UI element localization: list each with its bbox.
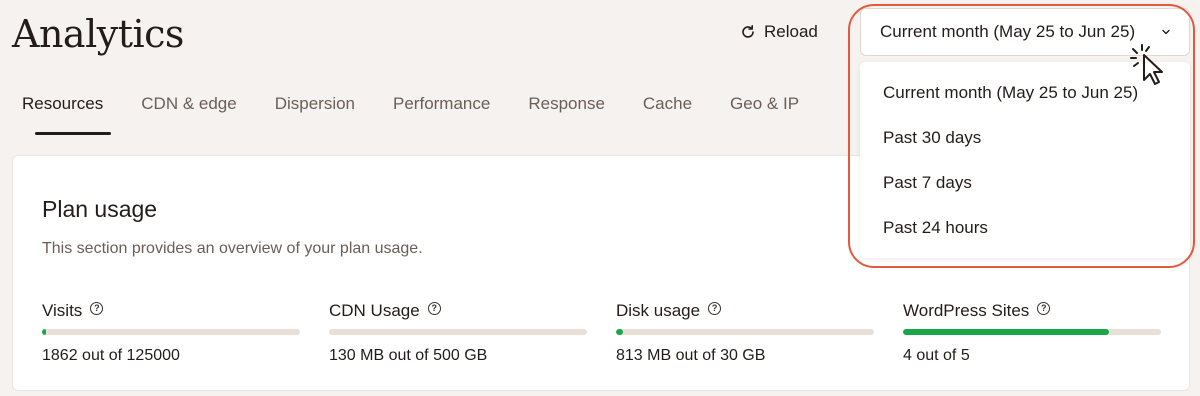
question-circle-icon[interactable]: ? [1037, 301, 1051, 315]
pointer-cursor-icon [1130, 44, 1163, 85]
chevron-down-icon [1162, 29, 1170, 35]
date-range-menu: Current month (May 25 to Jun 25) Past 30… [860, 62, 1190, 258]
date-range-option[interactable]: Past 7 days [883, 173, 972, 193]
date-range-option[interactable]: Past 30 days [883, 128, 981, 148]
reload-label: Reload [764, 22, 818, 41]
tab-performance[interactable]: Performance [393, 94, 490, 114]
analytics-page: Analytics Reload Resources CDN & edge Di… [0, 0, 1200, 396]
progress-bar [42, 329, 300, 335]
metric-value: 130 MB out of 500 GB [329, 347, 488, 364]
date-range-option[interactable]: Current month (May 25 to Jun 25) [883, 83, 1138, 103]
reload-button[interactable]: Reload [740, 22, 818, 42]
metric-value: 4 out of 5 [903, 347, 970, 364]
progress-fill [616, 329, 623, 335]
date-range-selected: Current month (May 25 to Jun 25) [880, 22, 1136, 41]
tab-cdn-edge[interactable]: CDN & edge [141, 94, 236, 114]
page-title: Analytics [12, 12, 184, 56]
plan-usage-description: This section provides an overview of you… [42, 240, 423, 257]
progress-bar [903, 329, 1161, 335]
tab-dispersion[interactable]: Dispersion [275, 94, 355, 114]
metric-label: CDN Usage [329, 301, 420, 320]
metric-label: Disk usage [616, 301, 701, 320]
metric-wordpress-sites: WordPress Sites ? 4 out of 5 [903, 301, 1163, 365]
tab-resources[interactable]: Resources [22, 94, 112, 135]
reload-icon [742, 25, 754, 38]
metric-disk-usage: Disk usage ? 813 MB out of 30 GB [616, 301, 876, 365]
question-circle-icon[interactable]: ? [90, 301, 104, 315]
question-circle-icon[interactable]: ? [708, 301, 722, 315]
progress-bar [616, 329, 874, 335]
metric-cdn-usage: CDN Usage ? 130 MB out of 500 GB [329, 301, 589, 365]
metric-label: WordPress Sites [903, 301, 1030, 320]
tab-bar: Resources CDN & edge Dispersion Performa… [22, 94, 799, 135]
tab-cache[interactable]: Cache [643, 94, 692, 114]
progress-bar [329, 329, 587, 335]
metric-label: Visits [42, 301, 83, 320]
metric-visits: Visits ? 1862 out of 125000 [42, 301, 302, 365]
progress-fill [903, 329, 1110, 335]
metric-value: 1862 out of 125000 [42, 347, 180, 364]
metric-value: 813 MB out of 30 GB [616, 347, 766, 364]
tab-geo-ip[interactable]: Geo & IP [730, 94, 799, 114]
plan-usage-title: Plan usage [42, 196, 158, 222]
progress-fill [329, 329, 333, 335]
date-range-option[interactable]: Past 24 hours [883, 218, 988, 238]
question-circle-icon[interactable]: ? [427, 301, 441, 315]
progress-fill [42, 329, 46, 335]
tab-response[interactable]: Response [528, 94, 605, 114]
